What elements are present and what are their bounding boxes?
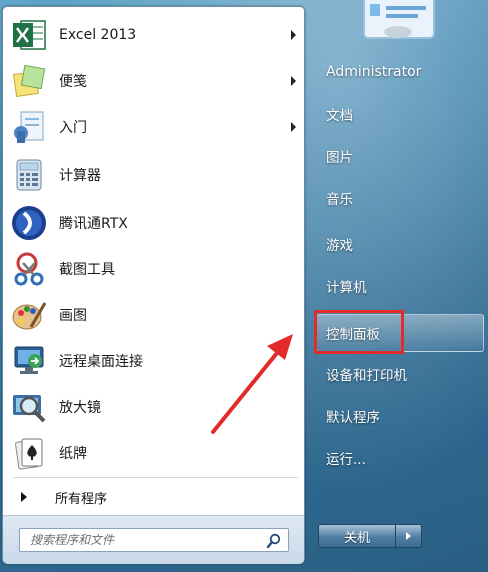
- program-label: 腾讯通RTX: [59, 216, 128, 232]
- default-programs-link[interactable]: 默认程序: [318, 400, 478, 432]
- documents-label: 文档: [326, 108, 353, 124]
- program-item-rtx[interactable]: 腾讯通RTX: [7, 201, 300, 245]
- user-folder-link[interactable]: Administrator: [318, 56, 478, 88]
- remote-desktop-icon: [9, 341, 49, 381]
- user-picture[interactable]: [360, 0, 438, 40]
- program-label: 纸牌: [59, 446, 87, 462]
- submenu-arrow-icon[interactable]: [291, 122, 296, 132]
- submenu-arrow-icon[interactable]: [291, 76, 296, 86]
- programs-panel: Excel 2013 便笺 入门 计算器 腾讯通RTX 截图工具 画图 远程桌面…: [2, 6, 305, 564]
- user-picture-icon: [363, 0, 435, 39]
- program-label: 入门: [59, 120, 87, 136]
- program-label: 远程桌面连接: [59, 354, 143, 370]
- excel-icon: [9, 15, 49, 55]
- rtx-icon: [9, 203, 49, 243]
- program-label: 画图: [59, 308, 87, 324]
- documents-link[interactable]: 文档: [318, 98, 478, 130]
- computer-label: 计算机: [326, 280, 367, 296]
- user-name: Administrator: [326, 64, 422, 80]
- music-label: 音乐: [326, 192, 353, 208]
- annotation-arrow-icon: [211, 334, 293, 434]
- program-label: 放大镜: [59, 400, 101, 416]
- search-icon[interactable]: [266, 533, 282, 549]
- shutdown-control: 关机: [318, 524, 424, 548]
- program-item-sticky-notes[interactable]: 便笺: [7, 59, 300, 103]
- submenu-arrow-icon[interactable]: [291, 30, 296, 40]
- all-programs-button[interactable]: 所有程序: [11, 483, 296, 511]
- music-link[interactable]: 音乐: [318, 182, 478, 214]
- devices-printers-link[interactable]: 设备和打印机: [318, 358, 478, 390]
- snipping-tool-icon: [9, 249, 49, 289]
- all-programs-label: 所有程序: [55, 491, 108, 507]
- program-label: 便笺: [59, 74, 87, 90]
- search-box[interactable]: [19, 528, 289, 552]
- sticky-notes-icon: [9, 61, 49, 101]
- default-programs-label: 默认程序: [326, 410, 380, 426]
- getting-started-icon: [9, 107, 49, 147]
- pictures-link[interactable]: 图片: [318, 140, 478, 172]
- search-input[interactable]: [28, 532, 262, 548]
- program-label: 计算器: [59, 168, 101, 184]
- program-item-getting-started[interactable]: 入门: [7, 105, 300, 149]
- program-label: Excel 2013: [59, 27, 137, 43]
- games-link[interactable]: 游戏: [318, 228, 478, 260]
- separator: [13, 477, 298, 478]
- arrow-right-icon: [406, 532, 411, 540]
- shutdown-button[interactable]: 关机: [318, 524, 396, 548]
- program-item-snipping-tool[interactable]: 截图工具: [7, 247, 300, 291]
- magnifier-icon: [9, 387, 49, 427]
- search-area: [3, 515, 304, 564]
- run-label: 运行...: [326, 452, 366, 468]
- shutdown-options-button[interactable]: [396, 524, 422, 548]
- games-label: 游戏: [326, 238, 353, 254]
- program-label: 截图工具: [59, 262, 115, 278]
- pictures-label: 图片: [326, 150, 353, 166]
- run-link[interactable]: 运行...: [318, 442, 478, 474]
- annotation-red-box: [314, 310, 404, 354]
- solitaire-icon: [9, 433, 49, 473]
- expand-arrow-icon: [21, 492, 27, 502]
- devices-printers-label: 设备和打印机: [326, 368, 407, 384]
- program-item-excel[interactable]: Excel 2013: [7, 13, 300, 57]
- program-item-calculator[interactable]: 计算器: [7, 153, 300, 197]
- calculator-icon: [9, 155, 49, 195]
- computer-link[interactable]: 计算机: [318, 270, 478, 302]
- paint-icon: [9, 295, 49, 335]
